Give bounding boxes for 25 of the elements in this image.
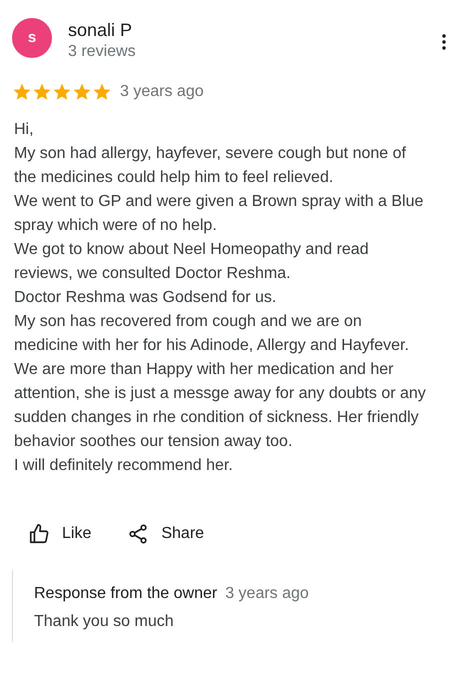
star-icon <box>32 82 52 102</box>
star-icon <box>52 82 72 102</box>
review-text: We got to know about Neel Homeopathy and read reviews, we consulted Doctor Reshma. <box>14 240 370 284</box>
review-text: Hi, <box>14 120 35 140</box>
review-text: We went to GP and were given a Brown spray with a Blue spray which were of no help. <box>14 192 424 236</box>
star-icon <box>12 82 32 102</box>
review-text: I will definitely recommend her. <box>14 456 234 476</box>
response-text: Thank you so much <box>34 612 175 632</box>
share-button[interactable]: Share <box>115 514 216 554</box>
response-time: 3 years ago <box>225 584 309 604</box>
share-icon <box>127 523 150 545</box>
review-time: 3 years ago <box>120 82 204 102</box>
avatar: s <box>12 18 52 58</box>
star-icon <box>92 82 112 102</box>
thumbs-up-icon <box>28 523 50 545</box>
review-text: My son has recovered from cough and we are on medicine with her for his Adinode, Allergy and Hayfever. <box>14 312 410 356</box>
star-icon <box>72 82 92 102</box>
review-count: 3 reviews <box>68 42 136 62</box>
review-text: We are more than Happy with her medication and her attention, she is just a messge away for any doubts or any sudden changes in rhe condition of sickness. Her friendly behavior soothes our tension away too. <box>14 360 427 452</box>
more-icon <box>442 34 446 50</box>
review-text: My son had allergy, hayfever, severe cough but none of the medicines could help him to feel relieved. <box>14 144 407 188</box>
reviewer-name[interactable]: sonali P <box>68 18 136 42</box>
response-title: Response from the owner <box>34 584 218 604</box>
like-button[interactable]: Like <box>16 514 104 554</box>
review-text: Doctor Reshma was Godsend for us. <box>14 288 278 308</box>
